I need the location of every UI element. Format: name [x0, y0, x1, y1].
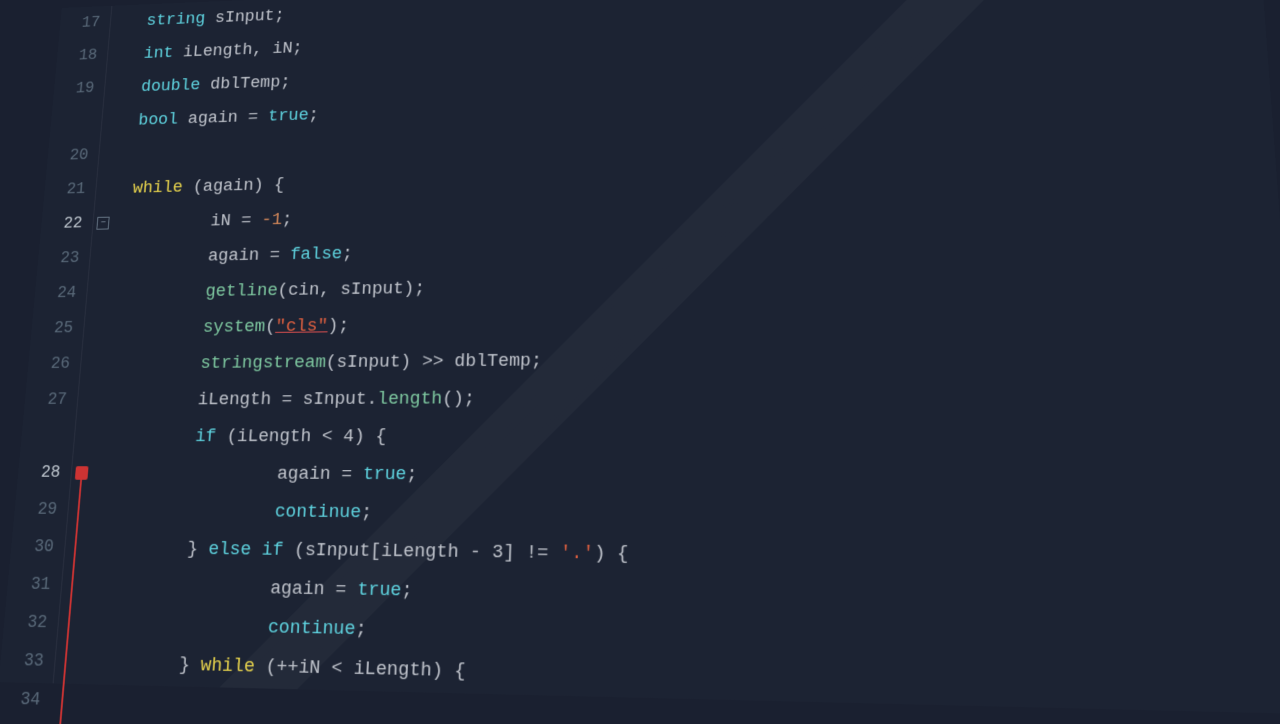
- code-token: again =: [127, 246, 291, 267]
- code-token: (iLength < 4) {: [216, 427, 387, 446]
- code-token: dblTemp;: [200, 73, 291, 93]
- line-number: 24: [33, 276, 77, 312]
- code-token: if: [263, 696, 286, 714]
- code-line: again = true;: [108, 455, 1280, 498]
- code-line: if (iLength < 4) {: [111, 416, 1280, 457]
- line-number: 27: [23, 382, 68, 418]
- code-token: iLength, iN;: [173, 39, 303, 61]
- code-token: bool: [138, 111, 179, 129]
- code-token: iN =: [129, 211, 262, 231]
- code-token: length: [377, 389, 443, 408]
- line-number: 19: [53, 72, 96, 107]
- code-token: (sInput) >> dblTemp;: [325, 351, 542, 371]
- code-token: );: [327, 316, 349, 334]
- code-token: ) {: [594, 543, 629, 563]
- code-token: continue: [274, 502, 361, 522]
- code-token: [96, 614, 268, 637]
- line-number: 35: [0, 719, 38, 724]
- code-token: again =: [177, 108, 268, 128]
- code-token: (: [285, 697, 308, 714]
- code-token: ;: [401, 580, 413, 600]
- code-token: -1: [261, 211, 283, 229]
- code-token: ;: [361, 503, 373, 522]
- line-number: 34: [0, 680, 42, 720]
- editor-panel: 1718192021222324252627282930313233343553…: [0, 0, 1280, 714]
- code-token: else if: [208, 539, 284, 559]
- code-token: again =: [100, 576, 358, 599]
- code-token: '.': [560, 543, 595, 563]
- code-token: true: [363, 464, 407, 483]
- line-number: 21: [43, 172, 87, 207]
- line-number: 20: [46, 139, 89, 174]
- line-number: 33: [0, 641, 45, 681]
- code-token: (again) {: [182, 176, 285, 196]
- code-token: isdigit: [307, 697, 386, 714]
- line-number: 28: [17, 454, 62, 491]
- code-token: ();: [442, 389, 475, 408]
- code-token: iLength = sInput.: [115, 389, 378, 408]
- line-number: 32: [3, 603, 49, 642]
- code-token: continue: [267, 617, 356, 638]
- code-token: int: [143, 44, 174, 62]
- code-token: if: [112, 427, 217, 446]
- line-number: 29: [13, 491, 58, 528]
- code-token: again =: [109, 464, 364, 484]
- line-number: 17: [59, 6, 102, 40]
- line-number: 22: [40, 206, 84, 241]
- code-token: ;: [281, 210, 292, 228]
- code-token: ;: [308, 106, 319, 123]
- line-number: 23: [37, 241, 81, 276]
- code-token: false: [290, 245, 343, 264]
- code-token: (sInput[iN])) {: [385, 699, 557, 714]
- code-token: }: [103, 538, 209, 558]
- code-token: getline: [124, 281, 279, 301]
- line-number: 18: [56, 39, 99, 73]
- code-editor: 1718192021222324252627282930313233343553…: [0, 0, 1280, 724]
- code-line: iLength = sInput.length();: [114, 375, 1280, 418]
- line-number: 30: [10, 528, 56, 566]
- code-token: sInput;: [205, 7, 285, 27]
- code-token: stringstream: [118, 353, 327, 373]
- line-number: 26: [27, 346, 72, 382]
- code-token: (cin, sInput);: [277, 279, 425, 299]
- code-token: (++iN < iLength) {: [254, 656, 466, 681]
- code-token: ;: [406, 465, 418, 484]
- code-token: while: [132, 178, 183, 196]
- fold-icon[interactable]: −: [96, 217, 109, 230]
- code-token: ;: [355, 619, 367, 639]
- code-token: [90, 692, 264, 714]
- breakpoint-indicator[interactable]: [75, 466, 89, 480]
- code-area: string sInput; int iLength, iN; double dbl…: [74, 0, 1280, 714]
- line-number: [20, 418, 65, 454]
- code-token: true: [357, 580, 402, 600]
- code-token: double: [140, 76, 200, 95]
- code-token: true: [268, 106, 310, 124]
- code-token: while: [200, 655, 255, 676]
- code-token: ;: [342, 244, 353, 262]
- line-number: 31: [6, 566, 52, 604]
- code-token: (sInput[iLength - 3] !=: [283, 540, 560, 562]
- code-token: system: [121, 317, 266, 337]
- code-token: "cls": [275, 317, 328, 336]
- code-token: [106, 501, 276, 521]
- line-number: [50, 105, 93, 140]
- code-token: }: [93, 653, 201, 675]
- line-number: 25: [30, 311, 74, 347]
- editor-container: 1718192021222324252627282930313233343553…: [0, 0, 1280, 724]
- code-token: string: [146, 10, 206, 29]
